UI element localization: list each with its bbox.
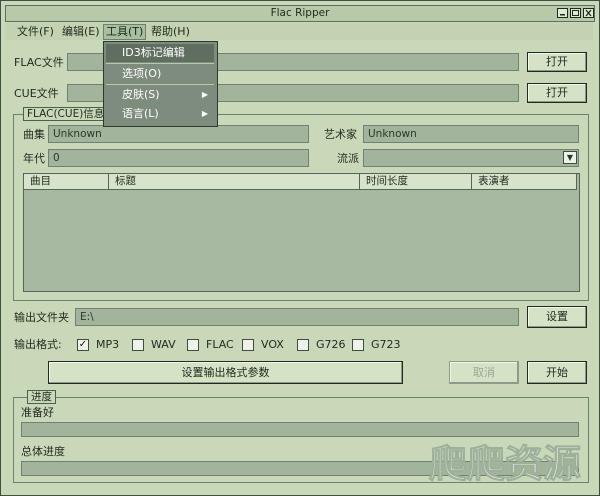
menu-item-label: 选项(O) xyxy=(122,67,162,80)
maximize-icon xyxy=(572,10,579,16)
format-checkbox-mp3[interactable]: ✓ xyxy=(77,339,89,351)
format-checkbox-wav[interactable] xyxy=(132,339,144,351)
menu-tools[interactable]: 工具(T) xyxy=(103,24,147,40)
menu-help[interactable]: 帮助(H) xyxy=(149,25,192,39)
format-checkbox-g726[interactable] xyxy=(297,339,309,351)
watermark-logo: 爬爬资源 xyxy=(428,442,581,487)
chevron-down-icon[interactable]: ▼ xyxy=(563,151,577,164)
format-checkbox-flac[interactable] xyxy=(187,339,199,351)
column-header-performer[interactable]: 表演者 xyxy=(472,174,577,190)
genre-label: 流派 xyxy=(337,152,359,165)
menu-item-label: ID3标记编辑 xyxy=(122,46,185,59)
title-bar[interactable]: Flac Ripper xyxy=(5,5,595,22)
menu-item-language[interactable]: 语言(L) ▶ xyxy=(106,105,214,123)
menu-separator xyxy=(106,84,214,85)
output-folder-label: 输出文件夹 xyxy=(14,311,69,324)
format-checkbox-vox[interactable] xyxy=(242,339,254,351)
output-settings-button[interactable]: 设置 xyxy=(527,306,587,328)
open-cue-button[interactable]: 打开 xyxy=(527,83,587,103)
album-input[interactable]: Unknown xyxy=(48,125,309,143)
overall-progress-label: 总体进度 xyxy=(21,445,65,458)
album-label: 曲集 xyxy=(23,128,45,141)
format-label-wav: WAV xyxy=(151,338,176,351)
open-flac-button[interactable]: 打开 xyxy=(527,52,587,72)
format-label-g723: G723 xyxy=(371,338,401,351)
menu-bar: 文件(F) 编辑(E) 工具(T) 帮助(H) xyxy=(5,23,593,40)
menu-item-label: 语言(L) xyxy=(122,107,159,120)
close-button[interactable] xyxy=(583,8,594,18)
format-params-button[interactable]: 设置输出格式参数 xyxy=(48,361,403,384)
artist-input[interactable]: Unknown xyxy=(363,125,579,143)
menu-item-id3-editor[interactable]: ID3标记编辑 xyxy=(106,44,214,62)
minimize-icon xyxy=(560,14,565,16)
genre-select[interactable]: ▼ xyxy=(363,149,579,167)
progress-group-title: 进度 xyxy=(27,390,56,404)
format-checkbox-g723[interactable] xyxy=(352,339,364,351)
year-input[interactable]: 0 xyxy=(48,149,309,167)
start-button[interactable]: 开始 xyxy=(527,361,587,384)
column-header-duration[interactable]: 时间长度 xyxy=(360,174,472,190)
menu-item-skin[interactable]: 皮肤(S) ▶ xyxy=(106,86,214,104)
flac-file-label: FLAC文件 xyxy=(14,56,64,69)
menu-item-label: 皮肤(S) xyxy=(122,88,160,101)
tools-dropdown-menu: ID3标记编辑 选项(O) 皮肤(S) ▶ 语言(L) ▶ xyxy=(103,41,218,127)
format-label-g726: G726 xyxy=(316,338,346,351)
app-window: Flac Ripper 文件(F) 编辑(E) 工具(T) 帮助(H) ID3标… xyxy=(0,0,600,496)
column-header-track[interactable]: 曲目 xyxy=(24,174,109,190)
window-title: Flac Ripper xyxy=(270,7,330,19)
artist-label: 艺术家 xyxy=(324,128,357,141)
output-folder-input[interactable]: E:\ xyxy=(75,308,519,326)
flac-info-group-title: FLAC(CUE)信息 xyxy=(23,107,109,121)
column-header-title[interactable]: 标题 xyxy=(109,174,360,190)
close-icon xyxy=(585,9,592,17)
cue-file-label: CUE文件 xyxy=(14,87,59,100)
maximize-button[interactable] xyxy=(570,8,581,18)
format-label-mp3: MP3 xyxy=(96,338,120,351)
minimize-button[interactable] xyxy=(557,8,568,18)
cancel-button[interactable]: 取消 xyxy=(449,361,519,384)
menu-edit[interactable]: 编辑(E) xyxy=(60,25,102,39)
output-format-label: 输出格式: xyxy=(14,338,62,351)
progress-status: 准备好 xyxy=(21,406,54,419)
menu-file[interactable]: 文件(F) xyxy=(15,25,56,39)
menu-separator xyxy=(106,63,214,64)
submenu-arrow-icon: ▶ xyxy=(201,90,208,99)
format-label-vox: VOX xyxy=(261,338,284,351)
track-list[interactable]: 曲目 标题 时间长度 表演者 xyxy=(23,173,580,292)
svg-text:爬爬资源: 爬爬资源 xyxy=(429,442,581,486)
year-label: 年代 xyxy=(23,152,45,165)
format-label-flac: FLAC xyxy=(206,338,234,351)
submenu-arrow-icon: ▶ xyxy=(201,109,208,118)
menu-item-options[interactable]: 选项(O) xyxy=(106,65,214,83)
